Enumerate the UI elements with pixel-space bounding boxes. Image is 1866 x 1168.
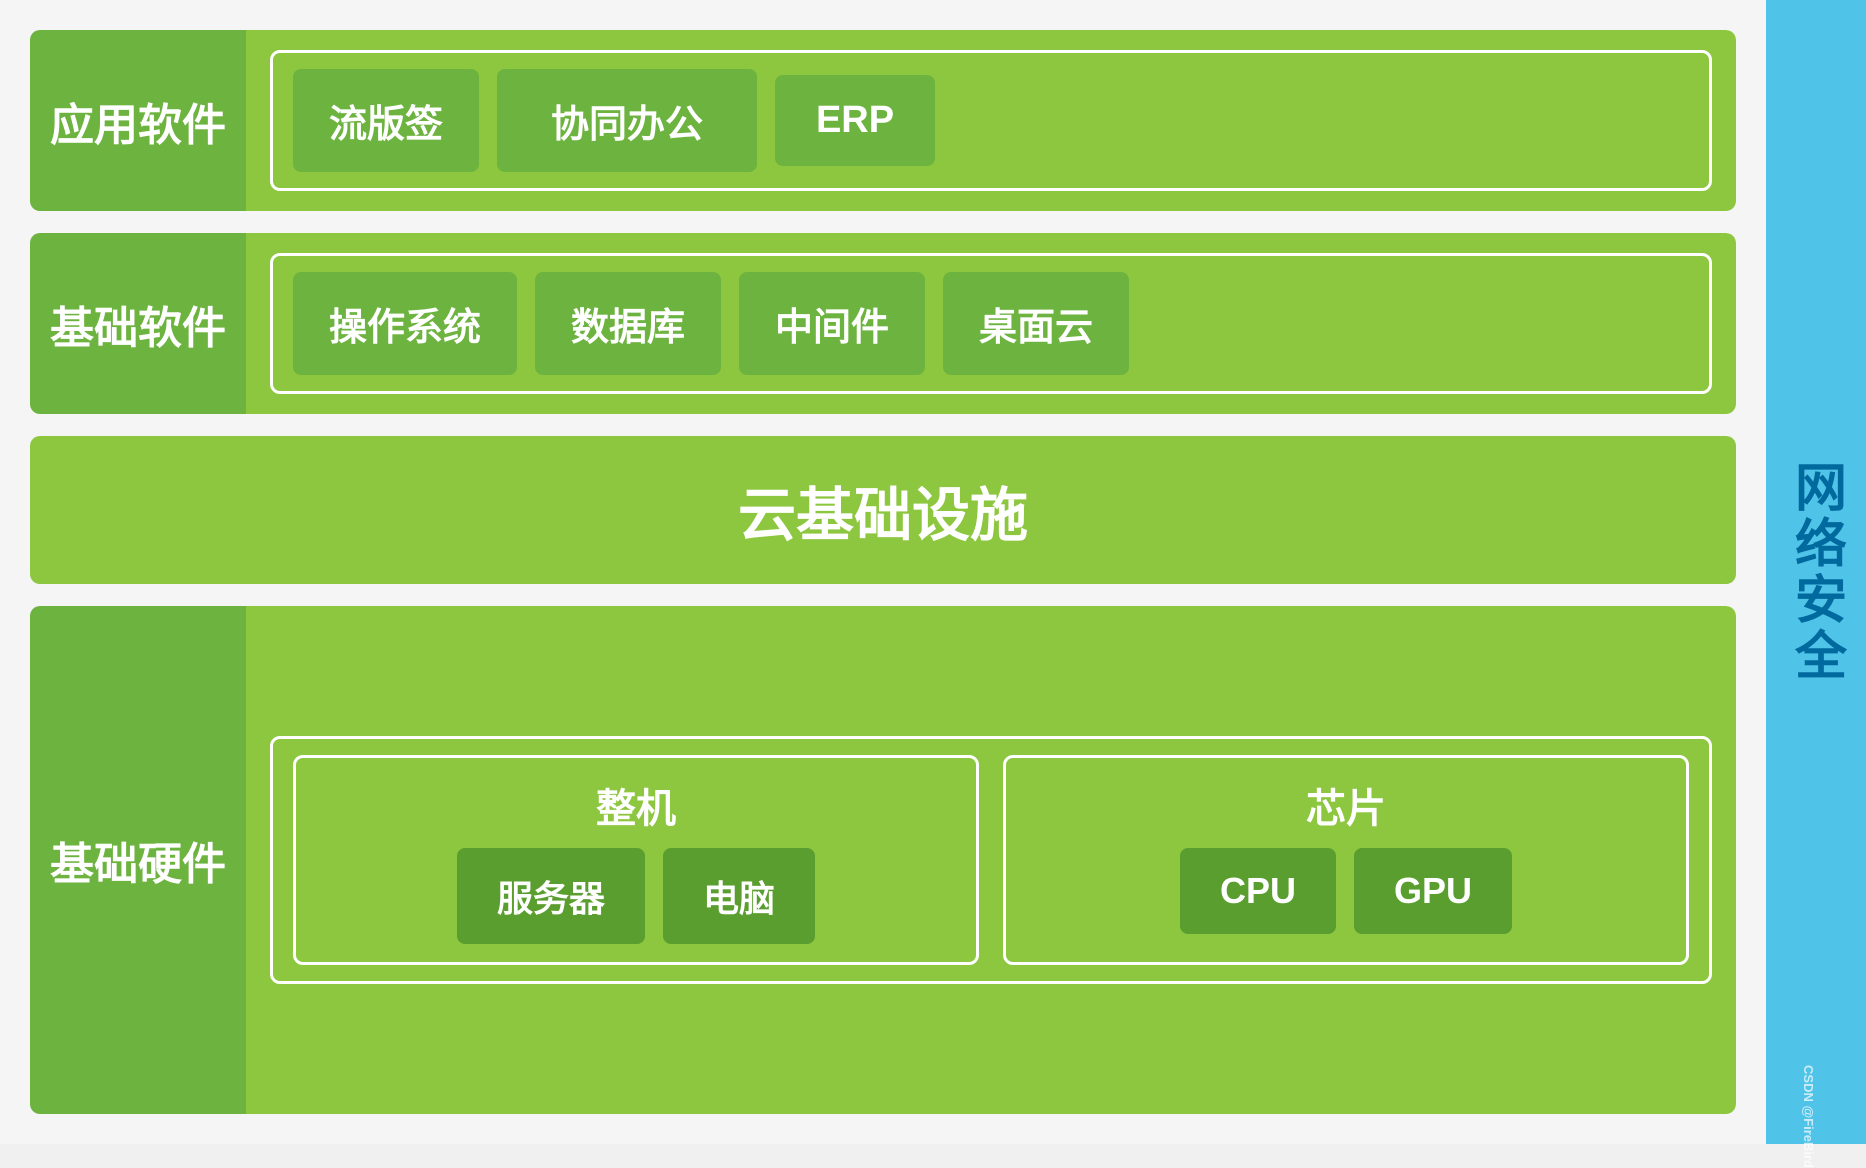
item-erp: ERP: [775, 75, 935, 166]
xinpian-items: CPU GPU: [1180, 848, 1512, 934]
base-software-row: 基础软件 操作系统 数据库 中间件 桌面云: [30, 233, 1736, 414]
xinpian-group: 芯片 CPU GPU: [1003, 755, 1689, 965]
base-software-body: 操作系统 数据库 中间件 桌面云: [246, 233, 1736, 414]
sidebar-right: 网络安全 CSDN @FireBird: [1766, 0, 1866, 1144]
item-diannao: 电脑: [663, 848, 815, 944]
base-software-label: 基础软件: [30, 233, 246, 414]
app-software-items: 流版签 协同办公 ERP: [270, 50, 1712, 191]
watermark: CSDN @FireBird: [1801, 1065, 1816, 1168]
item-shujuku: 数据库: [535, 272, 721, 375]
item-liubanqian: 流版签: [293, 69, 479, 172]
hardware-label: 基础硬件: [30, 606, 246, 1114]
item-cpu: CPU: [1180, 848, 1336, 934]
main-content: 应用软件 流版签 协同办公 ERP 基础软件 操作系统 数据库 中间件 桌面云 …: [0, 0, 1766, 1144]
xinpian-title: 芯片: [1306, 776, 1386, 834]
sidebar-label: 网络安全: [1779, 460, 1854, 684]
cloud-infra-row: 云基础设施: [30, 436, 1736, 584]
item-gpu: GPU: [1354, 848, 1512, 934]
app-software-row: 应用软件 流版签 协同办公 ERP: [30, 30, 1736, 211]
item-fuwuqi: 服务器: [457, 848, 645, 944]
item-xietongbangong: 协同办公: [497, 69, 757, 172]
zhengji-group: 整机 服务器 电脑: [293, 755, 979, 965]
item-caozuoxitong: 操作系统: [293, 272, 517, 375]
item-zhongjianjian: 中间件: [739, 272, 925, 375]
app-software-label: 应用软件: [30, 30, 246, 211]
item-zhuomianyun: 桌面云: [943, 272, 1129, 375]
app-software-body: 流版签 协同办公 ERP: [246, 30, 1736, 211]
zhengji-title: 整机: [596, 776, 676, 834]
hardware-row: 基础硬件 整机 服务器 电脑 芯片 CPU GPU: [30, 606, 1736, 1114]
base-software-items: 操作系统 数据库 中间件 桌面云: [270, 253, 1712, 394]
cloud-infra-label: 云基础设施: [62, 468, 1704, 552]
hardware-body: 整机 服务器 电脑 芯片 CPU GPU: [246, 606, 1736, 1114]
zhengji-items: 服务器 电脑: [457, 848, 815, 944]
hardware-groups: 整机 服务器 电脑 芯片 CPU GPU: [270, 736, 1712, 984]
